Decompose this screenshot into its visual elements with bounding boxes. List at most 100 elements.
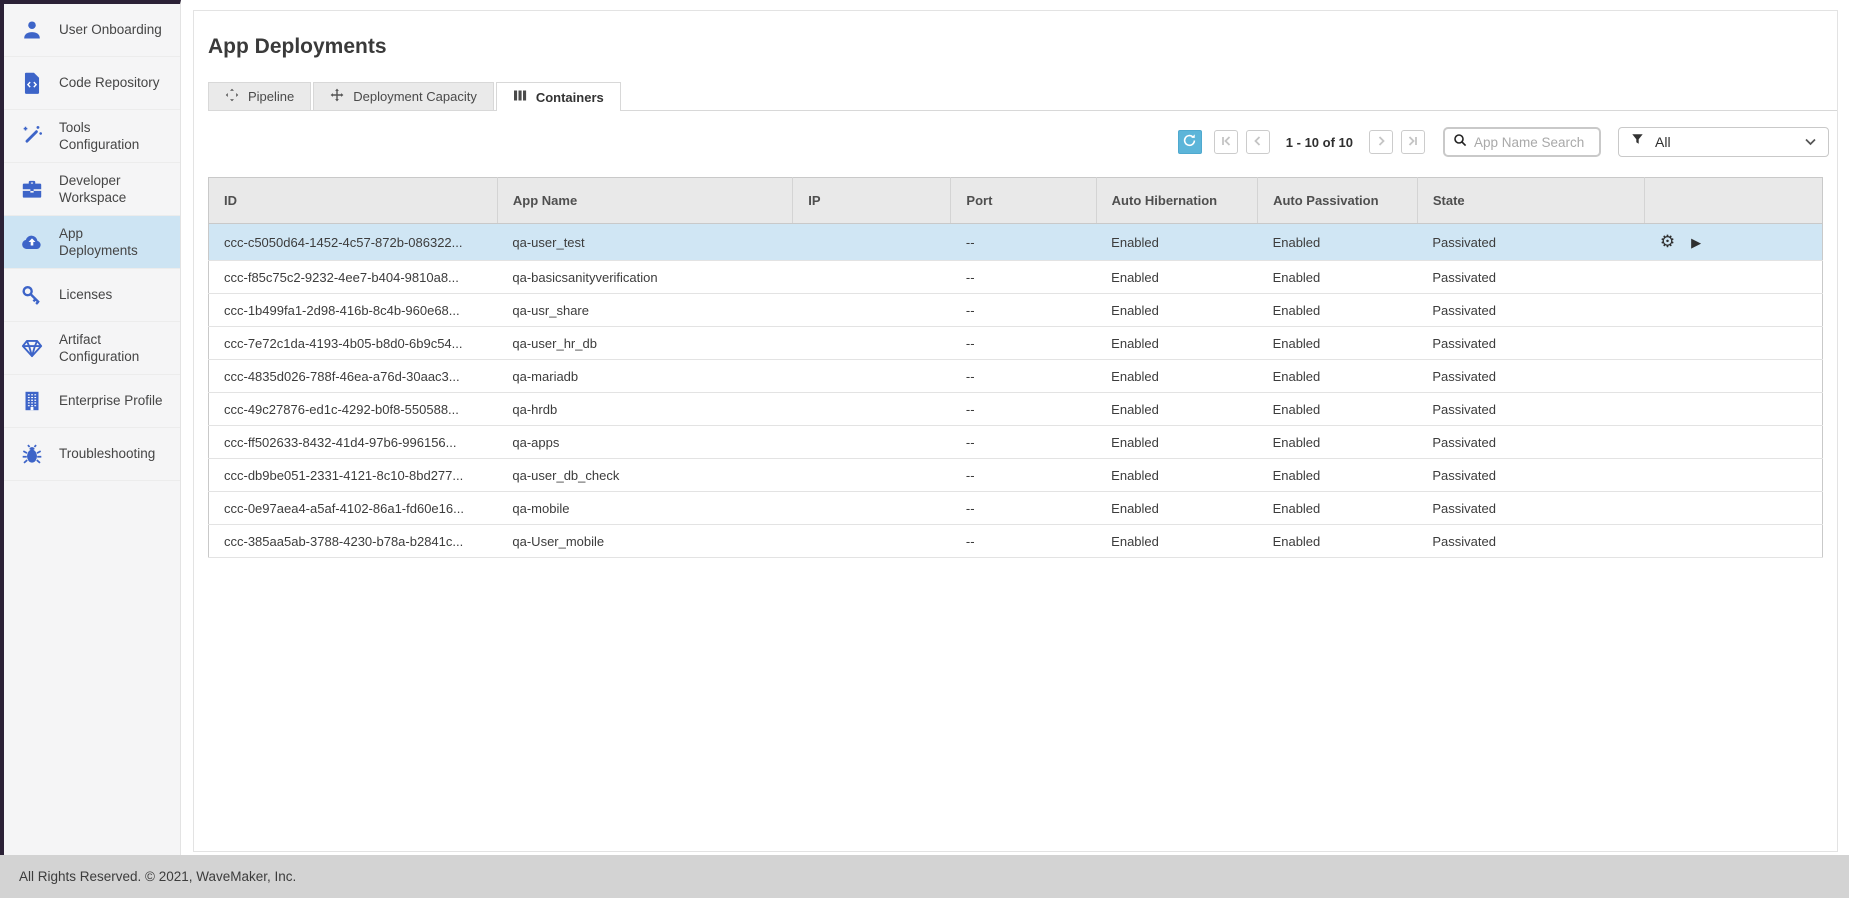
app-name-search — [1443, 127, 1601, 157]
bug-icon — [17, 441, 47, 467]
tab-deployment-capacity[interactable]: Deployment Capacity — [313, 82, 494, 110]
state-filter-dropdown[interactable]: All — [1618, 127, 1829, 157]
settings-gear-icon[interactable]: ⚙ — [1660, 232, 1675, 251]
sidebar-item-developer-workspace[interactable]: Developer Workspace — [4, 163, 180, 216]
cell-port: -- — [951, 393, 1096, 426]
table-row[interactable]: ccc-0e97aea4-a5af-4102-86a1-fd60e16...qa… — [209, 492, 1823, 525]
tab-label: Pipeline — [248, 89, 294, 104]
cell-ip — [793, 426, 951, 459]
filter-value: All — [1655, 134, 1805, 150]
column-header — [1645, 178, 1823, 224]
play-icon[interactable]: ▶ — [1691, 235, 1701, 250]
cell-state: Passivated — [1417, 426, 1645, 459]
sidebar-item-code-repository[interactable]: Code Repository — [4, 57, 180, 110]
pipeline-icon — [225, 88, 239, 105]
user-icon — [17, 17, 47, 43]
prev-page-icon — [1252, 135, 1264, 150]
cell-actions — [1645, 360, 1823, 393]
sidebar-item-label: Troubleshooting — [59, 445, 163, 462]
sidebar-item-enterprise-profile[interactable]: Enterprise Profile — [4, 375, 180, 428]
table-toolbar: 1 - 10 of 10 All — [194, 127, 1829, 157]
table-row[interactable]: ccc-ff502633-8432-41d4-97b6-996156...qa-… — [209, 426, 1823, 459]
table-row[interactable]: ccc-1b499fa1-2d98-416b-8c4b-960e68...qa-… — [209, 294, 1823, 327]
column-header: IP — [793, 178, 951, 224]
cell-state: Passivated — [1417, 393, 1645, 426]
cell-id: ccc-1b499fa1-2d98-416b-8c4b-960e68... — [209, 294, 498, 327]
table-body: ccc-c5050d64-1452-4c57-872b-086322...qa-… — [209, 224, 1823, 558]
cell-state: Passivated — [1417, 492, 1645, 525]
tab-bar: Pipeline Deployment Capacity Containers — [208, 81, 1837, 111]
table-row[interactable]: ccc-db9be051-2331-4121-8c10-8bd277...qa-… — [209, 459, 1823, 492]
first-page-button[interactable] — [1214, 130, 1238, 154]
cell-state: Passivated — [1417, 360, 1645, 393]
footer: All Rights Reserved. © 2021, WaveMaker, … — [0, 855, 1849, 898]
sidebar-item-user-onboarding[interactable]: User Onboarding — [4, 4, 180, 57]
cell-ip — [793, 327, 951, 360]
cell-app-name: qa-usr_share — [497, 294, 792, 327]
cell-app-name: qa-basicsanityverification — [497, 261, 792, 294]
cell-port: -- — [951, 261, 1096, 294]
sidebar-item-tools-configuration[interactable]: Tools Configuration — [4, 110, 180, 163]
table-row[interactable]: ccc-7e72c1da-4193-4b05-b8d0-6b9c54...qa-… — [209, 327, 1823, 360]
column-header: State — [1417, 178, 1645, 224]
cell-actions — [1645, 393, 1823, 426]
cell-id: ccc-0e97aea4-a5af-4102-86a1-fd60e16... — [209, 492, 498, 525]
table-row[interactable]: ccc-c5050d64-1452-4c57-872b-086322...qa-… — [209, 224, 1823, 261]
column-header: Auto Hibernation — [1096, 178, 1257, 224]
last-page-button[interactable] — [1401, 130, 1425, 154]
table-row[interactable]: ccc-4835d026-788f-46ea-a76d-30aac3...qa-… — [209, 360, 1823, 393]
cell-auto-passivation: Enabled — [1258, 426, 1418, 459]
main-content: App Deployments Pipeline Deployment Capa… — [193, 10, 1838, 852]
cell-ip — [793, 360, 951, 393]
cell-ip — [793, 492, 951, 525]
next-page-icon — [1375, 135, 1387, 150]
sidebar-item-app-deployments[interactable]: App Deployments — [4, 216, 180, 269]
cell-id: ccc-c5050d64-1452-4c57-872b-086322... — [209, 224, 498, 261]
cell-app-name: qa-User_mobile — [497, 525, 792, 558]
sidebar-item-label: Licenses — [59, 286, 163, 303]
tab-containers[interactable]: Containers — [496, 82, 621, 111]
cell-port: -- — [951, 360, 1096, 393]
search-input[interactable] — [1474, 135, 1591, 150]
page-title: App Deployments — [208, 35, 1837, 59]
refresh-button[interactable] — [1178, 130, 1202, 154]
cell-app-name: qa-apps — [497, 426, 792, 459]
cell-auto-passivation: Enabled — [1258, 294, 1418, 327]
cell-auto-hibernation: Enabled — [1096, 360, 1257, 393]
sidebar-item-artifact-configuration[interactable]: Artifact Configuration — [4, 322, 180, 375]
table-row[interactable]: ccc-385aa5ab-3788-4230-b78a-b2841c...qa-… — [209, 525, 1823, 558]
cell-app-name: qa-user_test — [497, 224, 792, 261]
sidebar-item-troubleshooting[interactable]: Troubleshooting — [4, 428, 180, 481]
tab-pipeline[interactable]: Pipeline — [208, 82, 311, 110]
prev-page-button[interactable] — [1246, 130, 1270, 154]
cell-id: ccc-385aa5ab-3788-4230-b78a-b2841c... — [209, 525, 498, 558]
cell-actions — [1645, 525, 1823, 558]
filter-icon — [1631, 133, 1644, 151]
cell-state: Passivated — [1417, 294, 1645, 327]
next-page-button[interactable] — [1369, 130, 1393, 154]
cell-app-name: qa-mobile — [497, 492, 792, 525]
sidebar-item-label: Code Repository — [59, 74, 163, 91]
columns-icon — [513, 89, 527, 105]
cell-auto-passivation: Enabled — [1258, 459, 1418, 492]
cell-auto-hibernation: Enabled — [1096, 224, 1257, 261]
cell-auto-hibernation: Enabled — [1096, 294, 1257, 327]
cell-auto-hibernation: Enabled — [1096, 327, 1257, 360]
cell-auto-hibernation: Enabled — [1096, 459, 1257, 492]
refresh-icon — [1182, 133, 1197, 151]
cell-id: ccc-7e72c1da-4193-4b05-b8d0-6b9c54... — [209, 327, 498, 360]
table-row[interactable]: ccc-49c27876-ed1c-4292-b0f8-550588...qa-… — [209, 393, 1823, 426]
cell-app-name: qa-mariadb — [497, 360, 792, 393]
sidebar-item-label: Artifact Configuration — [59, 331, 163, 366]
tab-label: Containers — [536, 90, 604, 105]
cell-ip — [793, 224, 951, 261]
cell-port: -- — [951, 492, 1096, 525]
cell-port: -- — [951, 525, 1096, 558]
table-row[interactable]: ccc-f85c75c2-9232-4ee7-b404-9810a8...qa-… — [209, 261, 1823, 294]
cell-app-name: qa-user_hr_db — [497, 327, 792, 360]
cell-port: -- — [951, 327, 1096, 360]
cell-app-name: qa-user_db_check — [497, 459, 792, 492]
sidebar-item-licenses[interactable]: Licenses — [4, 269, 180, 322]
briefcase-icon — [17, 176, 47, 202]
cell-state: Passivated — [1417, 224, 1645, 261]
